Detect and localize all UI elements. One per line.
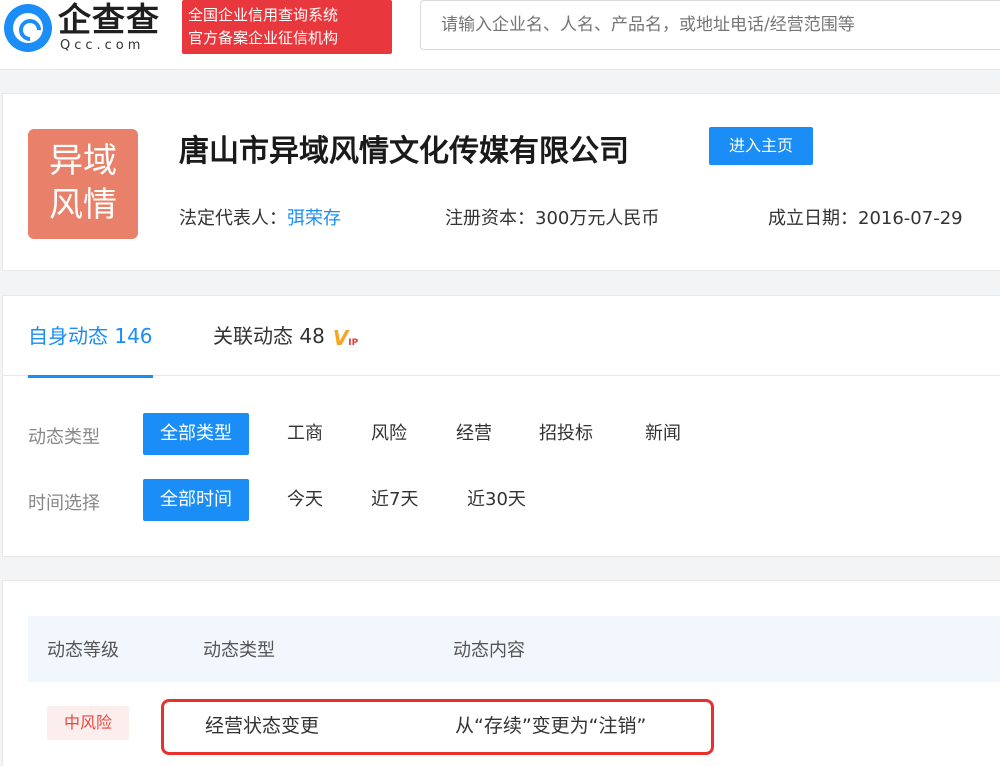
company-logo: 异域 风情 — [28, 129, 138, 239]
type-chip-risk[interactable]: 风险 — [371, 413, 407, 455]
top-header: 企查查 Qcc.com 全国企业信用查询系统 官方备案企业征信机构 — [0, 0, 1000, 70]
legal-rep-row: 法定代表人：弭荣存 — [179, 204, 341, 230]
qcc-logo-icon — [4, 4, 52, 52]
enter-homepage-button[interactable]: 进入主页 — [709, 127, 813, 165]
qcc-logo[interactable]: 企查查 Qcc.com — [0, 0, 180, 60]
time-chip-today[interactable]: 今天 — [287, 479, 323, 521]
risk-level-badge: 中风险 — [47, 706, 129, 740]
time-filter-label: 时间选择 — [28, 493, 100, 514]
legal-rep-label: 法定代表人： — [179, 208, 287, 229]
time-chip-7days[interactable]: 近7天 — [371, 479, 418, 521]
type-chip-all[interactable]: 全部类型 — [143, 413, 249, 455]
tab-bar: 自身动态 146 关联动态 48 VIP — [3, 296, 1000, 378]
company-logo-line1: 异域 — [49, 141, 117, 181]
capital-row: 注册资本：300万元人民币 — [445, 204, 659, 230]
highlight-annotation-box — [161, 699, 714, 755]
dynamics-panel: 自身动态 146 关联动态 48 VIP 动态类型 全部类型 工商 风险 经营 招… — [2, 295, 1000, 557]
search-input[interactable] — [420, 0, 1000, 50]
type-chip-operation[interactable]: 经营 — [456, 413, 492, 455]
tab-related-label: 关联动态 48 — [213, 324, 325, 348]
vip-icon-small: IP — [348, 338, 359, 348]
vip-icon: VIP — [333, 326, 358, 350]
founded-value: 2016-07-29 — [858, 208, 963, 229]
tab-related-dynamics[interactable]: 关联动态 48 VIP — [213, 320, 358, 350]
capital-label: 注册资本： — [445, 208, 535, 229]
founded-label: 成立日期： — [768, 208, 858, 229]
slogan-line2: 官方备案企业征信机构 — [188, 29, 339, 47]
type-chip-bidding[interactable]: 招投标 — [539, 413, 593, 455]
table-header: 动态等级 动态类型 动态内容 — [28, 616, 1000, 682]
company-name: 唐山市异域风情文化传媒有限公司 — [179, 134, 629, 169]
vip-icon-letter: V — [332, 326, 349, 350]
logo-domain: Qcc.com — [60, 38, 145, 53]
time-chip-30days[interactable]: 近30天 — [467, 479, 526, 521]
company-card: 异域 风情 唐山市异域风情文化传媒有限公司 进入主页 法定代表人：弭荣存 注册资… — [2, 93, 1000, 271]
th-type: 动态类型 — [203, 640, 275, 661]
type-chip-business[interactable]: 工商 — [287, 413, 323, 455]
type-chip-news[interactable]: 新闻 — [645, 413, 681, 455]
tab-self-dynamics[interactable]: 自身动态 146 — [28, 320, 153, 378]
legal-rep-link[interactable]: 弭荣存 — [287, 208, 341, 229]
logo-text: 企查查 — [58, 0, 160, 39]
dynamics-table: 动态等级 动态类型 动态内容 中风险 经营状态变更 从“存续”变更为“注销” — [2, 580, 1000, 766]
th-level: 动态等级 — [47, 640, 119, 661]
company-logo-line2: 风情 — [49, 185, 117, 225]
type-filter-label: 动态类型 — [28, 427, 100, 448]
slogan-line1: 全国企业信用查询系统 — [188, 6, 339, 24]
th-content: 动态内容 — [453, 640, 525, 661]
time-chip-all[interactable]: 全部时间 — [143, 479, 249, 521]
capital-value: 300万元人民币 — [535, 208, 660, 229]
founded-row: 成立日期：2016-07-29 — [768, 204, 963, 230]
slogan-badge: 全国企业信用查询系统 官方备案企业征信机构 — [182, 0, 392, 54]
